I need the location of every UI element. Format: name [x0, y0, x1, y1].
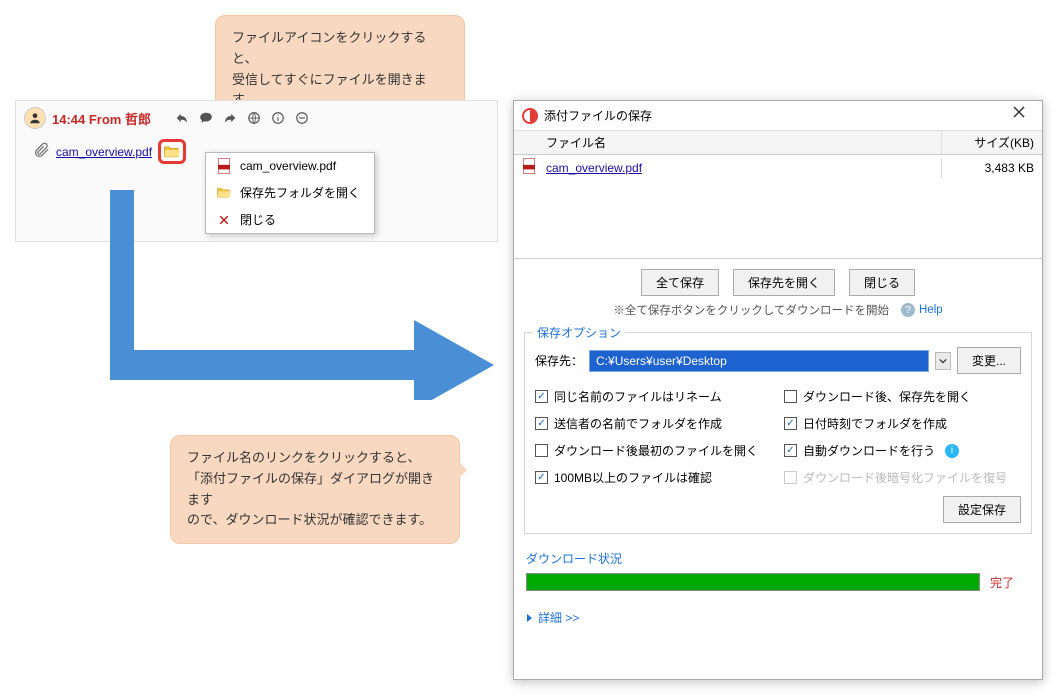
dialog-title: 添付ファイルの保存	[544, 107, 652, 124]
chk-confirm-100mb[interactable]: ✓ 100MB以上のファイルは確認	[535, 469, 772, 486]
col-size-header[interactable]: サイズ(KB)	[942, 131, 1042, 154]
download-status-title: ダウンロード状況	[526, 550, 1030, 567]
open-destination-button[interactable]: 保存先を開く	[733, 269, 835, 296]
save-all-button[interactable]: 全て保存	[641, 269, 719, 296]
chk-decrypt: ダウンロード後暗号化ファイルを復号	[784, 469, 1021, 486]
callout-line: 「添付ファイルの保存」ダイアログが開きます	[187, 469, 443, 511]
col-filename-header[interactable]: ファイル名	[538, 131, 942, 154]
chk-date-folder[interactable]: ✓ 日付時刻でフォルダを作成	[784, 415, 1021, 432]
dialog-titlebar: 添付ファイルの保存	[514, 101, 1042, 131]
chk-sender-folder[interactable]: ✓ 送信者の名前でフォルダを作成	[535, 415, 772, 432]
folder-icon	[216, 185, 232, 201]
pdf-icon	[514, 155, 538, 180]
chevron-down-icon[interactable]	[935, 352, 951, 370]
minus-circle-icon[interactable]	[293, 109, 311, 127]
chk-auto-download[interactable]: ✓ 自動ダウンロードを行う i	[784, 442, 1021, 459]
paperclip-icon	[34, 142, 50, 162]
save-settings-button[interactable]: 設定保存	[943, 496, 1021, 523]
chk-label: 100MB以上のファイルは確認	[554, 469, 712, 486]
checkbox-icon: ✓	[784, 444, 797, 457]
progress-bar	[526, 573, 980, 591]
message-header-row: 14:44 From 哲郎	[16, 101, 497, 135]
checkbox-icon: ✓	[535, 417, 548, 430]
chk-label: ダウンロード後最初のファイルを開く	[554, 442, 758, 459]
ctx-open-folder[interactable]: 保存先フォルダを開く	[206, 179, 374, 206]
callout-line: ファイルアイコンをクリックすると、	[232, 28, 448, 70]
open-folder-highlight	[158, 139, 186, 164]
file-row-size: 3,483 KB	[942, 158, 1042, 178]
chk-open-first[interactable]: ダウンロード後最初のファイルを開く	[535, 442, 772, 459]
destination-row: 保存先： C:¥Users¥user¥Desktop 変更...	[535, 341, 1021, 384]
checkbox-icon	[535, 444, 548, 457]
callout-filename-link-tip: ファイル名のリンクをクリックすると、 「添付ファイルの保存」ダイアログが開きます…	[170, 435, 460, 544]
chk-label: 自動ダウンロードを行う	[803, 442, 935, 459]
ctx-item-label: 保存先フォルダを開く	[240, 184, 360, 201]
save-attachments-dialog: 添付ファイルの保存 ファイル名 サイズ(KB) cam_overview.pdf…	[513, 100, 1043, 680]
file-table-row[interactable]: cam_overview.pdf 3,483 KB	[514, 155, 1042, 180]
dialog-close-button[interactable]	[1004, 105, 1034, 127]
attachment-filename-link[interactable]: cam_overview.pdf	[56, 145, 152, 159]
ctx-item-label: 閉じる	[240, 211, 276, 228]
info-icon[interactable]: i	[945, 444, 959, 458]
ctx-item-label: cam_overview.pdf	[240, 159, 336, 173]
reply-chat-icon[interactable]	[197, 109, 215, 127]
chk-rename[interactable]: ✓ 同じ名前のファイルはリネーム	[535, 388, 772, 405]
app-icon	[522, 108, 538, 124]
checkbox-icon	[784, 390, 797, 403]
avatar	[24, 107, 46, 129]
destination-label: 保存先：	[535, 352, 583, 369]
dialog-button-row: 全て保存 保存先を開く 閉じる	[514, 259, 1042, 302]
chk-label: 日付時刻でフォルダを作成	[803, 415, 947, 432]
chk-label: ダウンロード後暗号化ファイルを復号	[803, 469, 1007, 486]
checkbox-icon: ✓	[535, 390, 548, 403]
save-options-title: 保存オプション	[533, 324, 625, 341]
callout-line: ファイル名のリンクをクリックすると、	[187, 448, 443, 469]
attachment-context-menu: cam_overview.pdf 保存先フォルダを開く 閉じる	[205, 152, 375, 234]
hint-text: ※全て保存ボタンをクリックしてダウンロードを開始	[613, 302, 889, 318]
destination-path: C:¥Users¥user¥Desktop	[596, 354, 727, 368]
ctx-open-file[interactable]: cam_overview.pdf	[206, 153, 374, 179]
download-status-text: 完了	[990, 574, 1030, 591]
help-icon: ?	[901, 303, 915, 317]
help-link[interactable]: ? Help	[901, 303, 943, 317]
details-label: 詳細 >>	[538, 609, 579, 626]
destination-select[interactable]: C:¥Users¥user¥Desktop	[589, 350, 929, 372]
save-options-panel: 保存オプション 保存先： C:¥Users¥user¥Desktop 変更...…	[524, 332, 1032, 534]
options-grid: ✓ 同じ名前のファイルはリネーム ダウンロード後、保存先を開く ✓ 送信者の名前…	[535, 384, 1021, 486]
file-row-name[interactable]: cam_overview.pdf	[546, 161, 642, 175]
forward-icon[interactable]	[221, 109, 239, 127]
reply-icon[interactable]	[173, 109, 191, 127]
close-button[interactable]: 閉じる	[849, 269, 915, 296]
open-folder-icon[interactable]	[163, 144, 181, 159]
file-table-header: ファイル名 サイズ(KB)	[514, 131, 1042, 155]
progress-fill	[527, 574, 979, 590]
checkbox-icon: ✓	[535, 471, 548, 484]
chk-label: ダウンロード後、保存先を開く	[803, 388, 971, 405]
message-header: 14:44 From 哲郎	[52, 109, 151, 128]
chk-open-dest[interactable]: ダウンロード後、保存先を開く	[784, 388, 1021, 405]
download-status-row: 完了	[526, 573, 1030, 591]
callout-line: ので、ダウンロード状況が確認できます。	[187, 510, 443, 531]
checkbox-icon	[784, 471, 797, 484]
checkbox-icon: ✓	[784, 417, 797, 430]
ctx-close[interactable]: 閉じる	[206, 206, 374, 233]
file-table: ファイル名 サイズ(KB) cam_overview.pdf 3,483 KB	[514, 131, 1042, 259]
pdf-icon	[216, 158, 232, 174]
help-label: Help	[919, 304, 943, 316]
hint-row: ※全て保存ボタンをクリックしてダウンロードを開始 ? Help	[514, 302, 1042, 326]
change-destination-button[interactable]: 変更...	[957, 347, 1021, 374]
globe-icon[interactable]	[245, 109, 263, 127]
chk-label: 同じ名前のファイルはリネーム	[554, 388, 722, 405]
close-icon	[216, 212, 232, 228]
info-icon[interactable]	[269, 109, 287, 127]
chk-label: 送信者の名前でフォルダを作成	[554, 415, 722, 432]
details-toggle[interactable]: 詳細 >>	[526, 609, 1030, 626]
